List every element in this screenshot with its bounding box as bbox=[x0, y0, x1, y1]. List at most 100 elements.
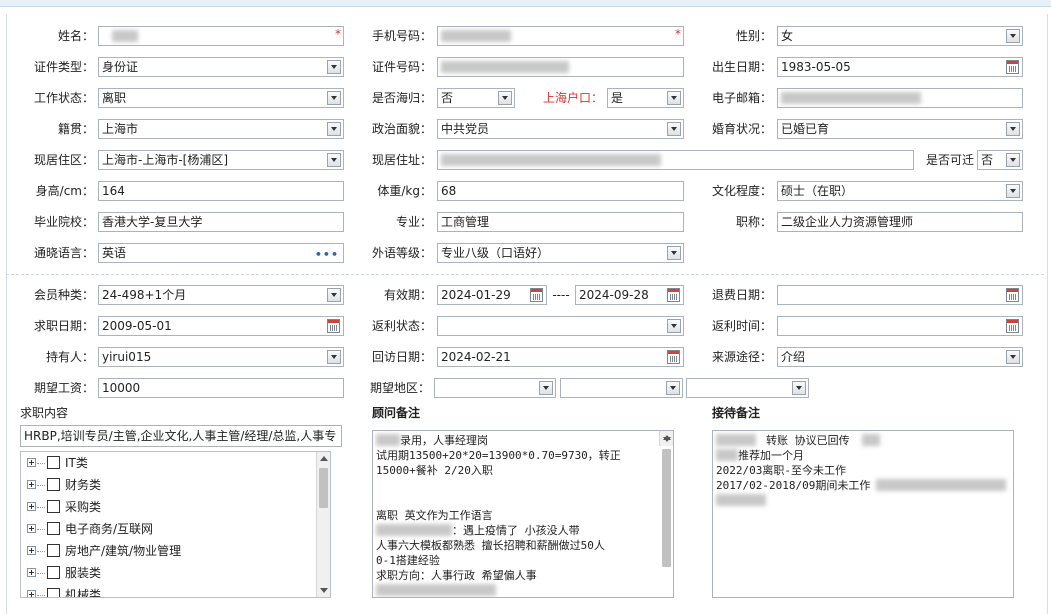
major-field[interactable]: 工商管理 bbox=[437, 212, 684, 232]
tree-scrollbar[interactable] bbox=[316, 452, 330, 597]
email-label: 电子邮箱： bbox=[711, 91, 772, 105]
scroll-thumb[interactable] bbox=[662, 449, 671, 567]
rebate-status-select[interactable] bbox=[437, 316, 684, 336]
calendar-icon[interactable] bbox=[1006, 319, 1019, 333]
shanghai-hukou-select[interactable]: 是 bbox=[607, 88, 684, 108]
chevron-down-icon[interactable] bbox=[1006, 122, 1020, 136]
chevron-down-icon[interactable] bbox=[667, 122, 681, 136]
member-type-select[interactable]: 24-498+1个月 bbox=[98, 285, 344, 305]
marital-select[interactable]: 已婚已育 bbox=[777, 119, 1023, 139]
holder-select[interactable]: yirui015 bbox=[98, 347, 344, 367]
political-select[interactable]: 中共党员 bbox=[437, 119, 684, 139]
overseas-select[interactable]: 否 bbox=[437, 88, 515, 108]
expand-icon[interactable] bbox=[27, 524, 36, 533]
work-status-select[interactable]: 离职 bbox=[98, 88, 344, 108]
source-label: 来源途径： bbox=[711, 350, 772, 364]
checkbox[interactable] bbox=[47, 500, 60, 513]
id-no-field[interactable] bbox=[437, 57, 684, 77]
chevron-down-icon[interactable] bbox=[327, 153, 341, 167]
visit-date-field[interactable]: 2024-02-21 bbox=[437, 347, 684, 367]
gender-select[interactable]: 女 bbox=[777, 26, 1023, 46]
source-select[interactable]: 介绍 bbox=[777, 347, 1023, 367]
checkbox[interactable] bbox=[47, 588, 60, 597]
scroll-down-icon[interactable] bbox=[320, 588, 328, 593]
weight-field[interactable]: 68 bbox=[437, 181, 684, 201]
job-date-field[interactable]: 2009-05-01 bbox=[98, 316, 344, 336]
calendar-icon[interactable] bbox=[530, 288, 543, 302]
expand-icon[interactable] bbox=[27, 546, 36, 555]
region-city-select[interactable] bbox=[560, 378, 683, 398]
advisor-notes-textarea[interactable]: 录用，人事经理岗 试用期13500+20*20=13900*0.70=9730，… bbox=[372, 430, 674, 598]
native-select[interactable]: 上海市 bbox=[98, 119, 344, 139]
height-field[interactable]: 164 bbox=[98, 181, 344, 201]
id-type-select[interactable]: 身份证 bbox=[98, 57, 344, 77]
valid-from-value: 2024-01-29 bbox=[441, 288, 511, 302]
expand-icon[interactable] bbox=[27, 590, 36, 597]
chevron-down-icon[interactable] bbox=[539, 381, 553, 395]
calendar-icon[interactable] bbox=[667, 288, 680, 302]
region-province-select[interactable] bbox=[434, 378, 556, 398]
school-field[interactable]: 香港大学-复旦大学 bbox=[98, 212, 344, 232]
category-tree[interactable]: IT类 财务类 采购类 电子商务/互联网 房地产/建筑/物业管理 服装类 机械类 bbox=[20, 451, 331, 598]
fl-level-value: 专业八级（口语好） bbox=[441, 246, 550, 260]
calendar-icon[interactable] bbox=[667, 350, 680, 364]
region-district-select[interactable] bbox=[686, 378, 809, 398]
job-content-input[interactable]: HRBP,培训专员/主管,企业文化,人事主管/经理/总监,人事专 bbox=[20, 425, 342, 447]
refund-date-field[interactable] bbox=[777, 285, 1023, 305]
chevron-down-icon[interactable] bbox=[327, 122, 341, 136]
language-field[interactable]: 英语 ••• bbox=[98, 243, 344, 263]
residence-addr-field[interactable] bbox=[437, 150, 914, 170]
expand-icon[interactable] bbox=[27, 502, 36, 511]
chevron-down-icon[interactable] bbox=[792, 381, 806, 395]
reception-notes-textarea[interactable]: 转账 协议已回传 推荐加一个月 2022/03离职-至今未工作 2017/02-… bbox=[712, 430, 1014, 598]
title-field[interactable]: 二级企业人力资源管理师 bbox=[777, 212, 1023, 232]
checkbox[interactable] bbox=[47, 522, 60, 535]
calendar-icon[interactable] bbox=[1006, 288, 1019, 302]
chevron-down-icon[interactable] bbox=[498, 91, 512, 105]
chevron-down-icon[interactable] bbox=[667, 319, 681, 333]
chevron-down-icon[interactable] bbox=[1006, 350, 1020, 364]
chevron-down-icon[interactable] bbox=[1006, 153, 1020, 167]
birth-date-field[interactable]: 1983-05-05 bbox=[777, 57, 1023, 77]
weight-value: 68 bbox=[441, 184, 457, 198]
calendar-icon[interactable] bbox=[1006, 60, 1019, 74]
birth-value: 1983-05-05 bbox=[781, 60, 851, 74]
major-value: 工商管理 bbox=[441, 215, 490, 229]
chevron-down-icon[interactable] bbox=[327, 288, 341, 302]
calendar-icon[interactable] bbox=[327, 319, 340, 333]
chevron-down-icon[interactable] bbox=[1006, 184, 1020, 198]
chevron-down-icon[interactable] bbox=[1006, 29, 1020, 43]
height-value: 164 bbox=[102, 184, 125, 198]
valid-from-field[interactable]: 2024-01-29 bbox=[437, 285, 547, 305]
chevron-down-icon[interactable] bbox=[327, 91, 341, 105]
fl-level-select[interactable]: 专业八级（口语好） bbox=[437, 243, 684, 263]
relocate-select[interactable]: 否 bbox=[977, 150, 1023, 170]
chevron-down-icon[interactable] bbox=[667, 246, 681, 260]
phone-field[interactable]: * bbox=[437, 26, 684, 46]
scroll-up-icon[interactable] bbox=[320, 456, 328, 461]
chevron-down-icon[interactable] bbox=[666, 381, 680, 395]
chevron-down-icon[interactable] bbox=[327, 350, 341, 364]
checkbox[interactable] bbox=[47, 456, 60, 469]
rebate-time-field[interactable] bbox=[777, 316, 1023, 336]
expand-icon[interactable] bbox=[27, 480, 36, 489]
checkbox[interactable] bbox=[47, 478, 60, 491]
note-line bbox=[376, 583, 670, 597]
chevron-down-icon[interactable] bbox=[667, 91, 681, 105]
more-options-icon[interactable]: ••• bbox=[315, 246, 339, 262]
expand-icon[interactable] bbox=[27, 458, 36, 467]
chevron-down-icon[interactable] bbox=[327, 60, 341, 74]
advisor-notes-scrollbar[interactable] bbox=[659, 431, 673, 567]
valid-to-field[interactable]: 2024-09-28 bbox=[575, 285, 684, 305]
checkbox[interactable] bbox=[47, 566, 60, 579]
email-field[interactable] bbox=[777, 88, 1023, 108]
expand-icon[interactable] bbox=[27, 568, 36, 577]
name-field[interactable]: * bbox=[98, 26, 344, 46]
scroll-down-icon[interactable] bbox=[663, 437, 671, 442]
scroll-thumb[interactable] bbox=[319, 468, 328, 508]
salary-field[interactable]: 10000 bbox=[98, 378, 344, 398]
education-select[interactable]: 硕士（在职） bbox=[777, 181, 1023, 201]
height-label: 身高/cm： bbox=[35, 184, 94, 198]
residence-area-select[interactable]: 上海市-上海市-[杨浦区] bbox=[98, 150, 344, 170]
checkbox[interactable] bbox=[47, 544, 60, 557]
